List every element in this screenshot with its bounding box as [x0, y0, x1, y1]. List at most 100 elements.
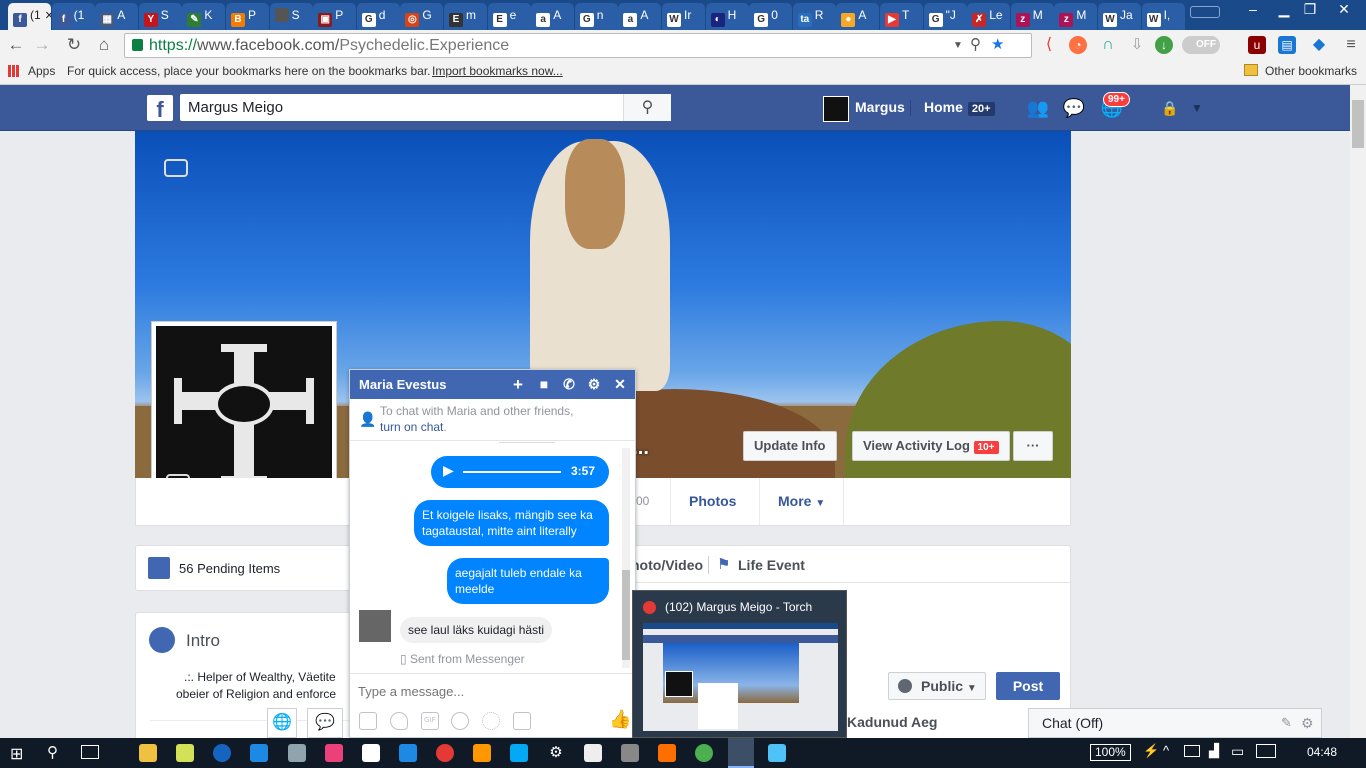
- app-icon[interactable]: [288, 744, 306, 762]
- browser-tab[interactable]: aA: [618, 3, 662, 30]
- more-options-button[interactable]: ···: [1013, 431, 1053, 461]
- phone-icon[interactable]: ✆: [560, 370, 578, 399]
- search-icon[interactable]: ⚲: [623, 94, 671, 121]
- profile-icon[interactable]: ▁: [1270, 0, 1298, 20]
- privacy-lock-icon[interactable]: 🔒: [1158, 97, 1182, 119]
- edge-icon[interactable]: [250, 744, 268, 762]
- browser-tab[interactable]: ◐ H: [705, 3, 749, 30]
- page-scrollbar[interactable]: [1350, 85, 1366, 738]
- activity-log-button[interactable]: View Activity Log 10+: [852, 431, 1010, 461]
- chat-scrollbar-thumb[interactable]: [622, 570, 630, 660]
- browser-tab[interactable]: YS: [138, 3, 182, 30]
- app-icon[interactable]: [621, 744, 639, 762]
- browser-tab[interactable]: Ee: [487, 3, 531, 30]
- torch-taskbar-button[interactable]: [728, 738, 754, 768]
- camera-icon[interactable]: [513, 712, 531, 730]
- address-bar[interactable]: https://www.facebook.com/Psychedelic.Exp…: [124, 33, 1032, 58]
- browser-tab[interactable]: aA: [531, 3, 575, 30]
- zoom-icon[interactable]: ⚲: [970, 33, 981, 56]
- browser-tab[interactable]: ta R: [792, 3, 836, 30]
- browser-tab[interactable]: S: [269, 3, 313, 30]
- audience-selector[interactable]: Public ▼: [888, 672, 986, 700]
- browser-tab[interactable]: ▶ T: [880, 3, 923, 30]
- close-window-icon[interactable]: ✕: [1330, 0, 1358, 20]
- gear-icon[interactable]: ⚙: [1301, 709, 1314, 737]
- sidebar-chat-tab[interactable]: Kadunud Aeg: [847, 708, 1023, 738]
- browser-tab[interactable]: G "J: [923, 3, 967, 30]
- taskbar-window-preview[interactable]: (102) Margus Meigo - Torch: [632, 590, 847, 738]
- app-icon[interactable]: [695, 744, 713, 762]
- close-icon[interactable]: ✕: [611, 370, 629, 399]
- emoji-icon[interactable]: [451, 712, 469, 730]
- apps-icon[interactable]: [8, 65, 20, 77]
- sticker-icon[interactable]: [390, 712, 408, 730]
- profile-link[interactable]: Margus: [855, 99, 905, 115]
- facebook-logo-icon[interactable]: f: [147, 95, 173, 122]
- audio-message[interactable]: ▶ 3:57: [431, 456, 609, 488]
- skype-icon[interactable]: [510, 744, 528, 762]
- toggle-switch[interactable]: OFF: [1182, 36, 1220, 54]
- browser-tab[interactable]: W Ir: [662, 3, 705, 30]
- attachment-icon[interactable]: [482, 712, 500, 730]
- photo-video-tab[interactable]: hoto/Video: [631, 557, 703, 573]
- browser-tab[interactable]: Gd: [356, 3, 400, 30]
- new-tab-button[interactable]: [1190, 6, 1220, 18]
- browser-tab[interactable]: zM: [1054, 3, 1098, 30]
- headphones-icon[interactable]: ∩: [1099, 36, 1117, 54]
- add-person-icon[interactable]: +: [509, 370, 527, 399]
- chat-off-bar[interactable]: Chat (Off) ✎ ⚙: [1028, 708, 1322, 738]
- avatar[interactable]: [823, 96, 849, 122]
- home-icon[interactable]: ⌂: [92, 34, 116, 56]
- import-bookmarks-link[interactable]: Import bookmarks now...: [432, 64, 563, 78]
- calculator-icon[interactable]: [584, 744, 602, 762]
- reload-icon[interactable]: ↻: [62, 34, 86, 56]
- forward-icon[interactable]: →: [30, 34, 54, 56]
- opera-icon[interactable]: [436, 744, 454, 762]
- browser-tab[interactable]: Gn: [574, 3, 618, 30]
- firefox-icon[interactable]: [213, 744, 231, 762]
- battery-icon[interactable]: [1184, 745, 1200, 757]
- tab-photos[interactable]: Photos: [670, 478, 754, 525]
- notes-icon[interactable]: [176, 744, 194, 762]
- restore-icon[interactable]: ❐: [1296, 0, 1324, 20]
- life-event-tab[interactable]: Life Event: [738, 557, 805, 573]
- rss-icon[interactable]: ◔: [1069, 36, 1087, 54]
- thumbs-up-icon[interactable]: 👍: [609, 709, 631, 730]
- play-icon[interactable]: ▶: [443, 462, 454, 479]
- vlc-icon[interactable]: [658, 744, 676, 762]
- search-input[interactable]: Margus Meigo ⚲: [180, 94, 671, 121]
- notification-center-icon[interactable]: ▭: [1231, 743, 1244, 760]
- task-view-icon[interactable]: [81, 745, 99, 759]
- browser-tab[interactable]: ▦ A: [95, 3, 139, 30]
- download-icon[interactable]: ⇩: [1128, 36, 1146, 54]
- compose-icon[interactable]: ✎: [1281, 709, 1292, 737]
- gif-icon[interactable]: GIF: [421, 712, 439, 730]
- messages-icon[interactable]: 💬: [307, 708, 343, 738]
- settings-icon[interactable]: ⚙: [547, 744, 565, 762]
- browser-tab[interactable]: ✗ Le: [967, 3, 1011, 30]
- browser-tab[interactable]: G0: [749, 3, 793, 30]
- update-info-button[interactable]: Update Info: [743, 431, 837, 461]
- browser-tab[interactable]: ◎ G: [400, 3, 444, 30]
- power-icon[interactable]: ⚡: [1143, 743, 1159, 759]
- browser-tab[interactable]: zM: [1010, 3, 1054, 30]
- pending-items-panel[interactable]: 56 Pending Items: [135, 545, 371, 591]
- file-explorer-icon[interactable]: [139, 744, 157, 762]
- post-button[interactable]: Post: [996, 672, 1060, 700]
- browser-tab[interactable]: BP: [226, 3, 269, 30]
- browser-tab[interactable]: f (1: [51, 3, 95, 30]
- browser-tab[interactable]: ▣ P: [313, 3, 357, 30]
- browser-tab[interactable]: W I,: [1141, 3, 1185, 30]
- audio-progress-track[interactable]: [463, 471, 561, 473]
- apps-link[interactable]: Apps: [28, 64, 55, 78]
- video-call-icon[interactable]: ■: [535, 370, 553, 399]
- chevron-up-icon[interactable]: ^: [1163, 743, 1169, 758]
- tab-close-icon[interactable]: ✕: [45, 10, 51, 22]
- search-icon[interactable]: ⚲: [47, 743, 58, 761]
- windows-start-icon[interactable]: ⊞: [10, 744, 23, 764]
- minimize-icon[interactable]: –: [1239, 0, 1267, 20]
- friend-requests-icon[interactable]: 👥: [1026, 97, 1050, 119]
- ublock-icon[interactable]: u: [1248, 36, 1266, 54]
- wifi-icon[interactable]: ▟: [1209, 743, 1219, 759]
- layers-icon[interactable]: ◆: [1310, 36, 1328, 54]
